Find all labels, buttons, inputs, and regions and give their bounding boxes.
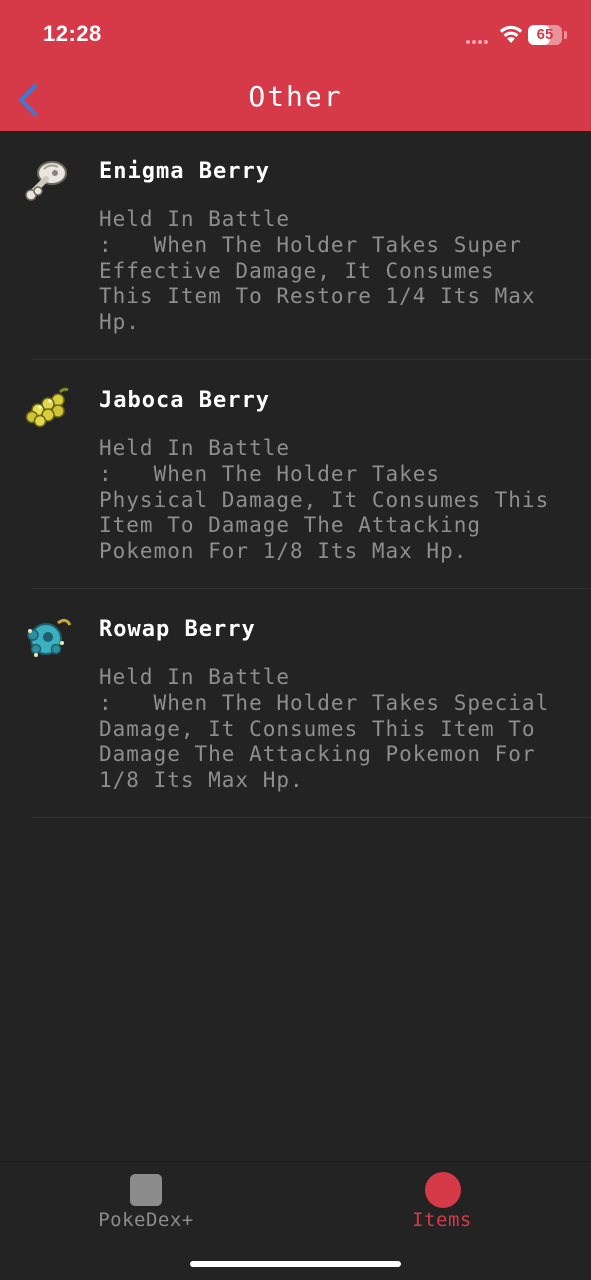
item-name: Enigma Berry <box>99 159 270 184</box>
list-item[interactable]: Rowap Berry Held In Battle : When The Ho… <box>0 589 591 818</box>
status-time: 12:28 <box>43 21 102 46</box>
battery-nub <box>564 31 567 39</box>
tab-label: PokeDex+ <box>98 1209 194 1231</box>
circle-icon <box>425 1172 461 1208</box>
home-indicator[interactable] <box>190 1261 401 1267</box>
wifi-icon <box>499 25 523 43</box>
battery-icon: 65 <box>528 25 562 45</box>
item-list: Enigma Berry Held In Battle : When The H… <box>0 131 591 818</box>
square-icon <box>130 1174 162 1206</box>
item-description: Held In Battle : When The Holder Takes S… <box>99 207 536 335</box>
tab-pokedex[interactable]: PokeDex+ <box>46 1162 246 1242</box>
header: 12:28 65 Other <box>0 0 591 131</box>
signal-icon <box>466 40 488 44</box>
battery-level: 65 <box>536 26 554 43</box>
jaboca-berry-icon <box>25 387 69 428</box>
divider <box>32 817 591 818</box>
tab-label: Items <box>412 1209 472 1231</box>
tab-items[interactable]: Items <box>342 1162 542 1242</box>
status-bar: 12:28 65 <box>0 0 591 66</box>
item-name: Jaboca Berry <box>99 388 270 413</box>
list-item[interactable]: Enigma Berry Held In Battle : When The H… <box>0 131 591 360</box>
rowap-berry-icon <box>27 618 72 657</box>
item-name: Rowap Berry <box>99 617 256 642</box>
list-item[interactable]: Jaboca Berry Held In Battle : When The H… <box>0 360 591 589</box>
enigma-berry-icon <box>25 161 67 201</box>
page-title: Other <box>248 80 343 113</box>
item-description: Held In Battle : When The Holder Takes P… <box>99 436 550 564</box>
item-description: Held In Battle : When The Holder Takes S… <box>99 665 550 793</box>
